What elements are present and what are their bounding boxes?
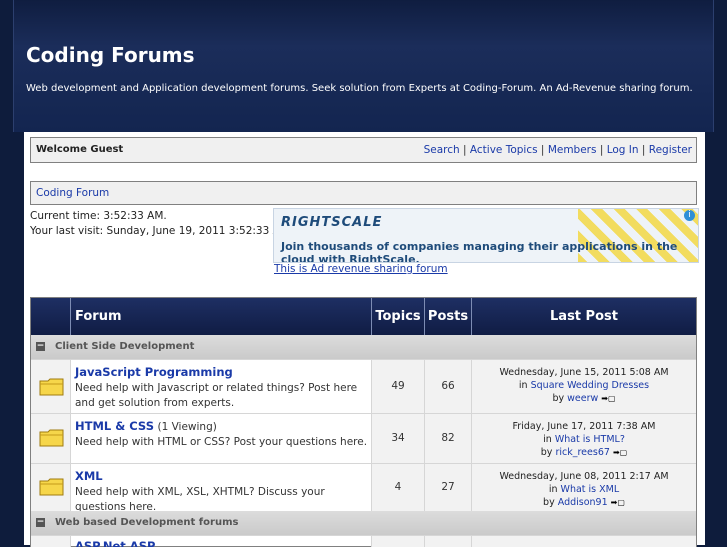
breadcrumb-home-link[interactable]: Coding Forum [36,187,109,199]
topics-cell: 49 [372,360,425,413]
register-link[interactable]: Register [649,144,692,156]
in-prefix: in [543,434,552,445]
site-title[interactable]: Coding Forums [26,43,195,67]
folder-cell [31,536,71,547]
table-row: XML Need help with XML, XSL, XHTML? Disc… [31,463,696,513]
collapse-icon[interactable]: − [36,342,45,351]
last-post-cell: Wednesday, June 15, 2011 5:08 AM in Squa… [472,360,696,413]
goto-last-post-icon[interactable]: ➡▢ [611,496,625,509]
search-link[interactable]: Search [424,144,460,156]
forum-description: Need help with Javascript or related thi… [75,382,358,409]
last-post-topic-link[interactable]: What is XML [561,484,620,495]
ad-info-icon[interactable]: i [684,210,695,221]
folder-cell [31,360,71,413]
table-row: ASP.Net ASP [31,535,696,547]
last-post-user-link[interactable]: weerw [567,393,598,404]
last-post-date: Wednesday, June 08, 2011 2:17 AM [499,471,669,482]
last-post-user-link[interactable]: Addison91 [558,497,608,508]
topics-cell: 4 [372,464,425,511]
by-prefix: by [540,447,553,458]
forum-title-link[interactable]: ASP.Net ASP [75,539,155,547]
time-info: Current time: 3:52:33 AM. Your last visi… [30,209,292,239]
collapse-icon[interactable]: − [36,518,45,527]
posts-cell: 66 [425,360,472,413]
members-link[interactable]: Members [548,144,597,156]
folder-cell [31,464,71,511]
folder-cell [31,414,71,463]
forum-table: Forum Topics Posts Last Post − Client Si… [30,297,697,547]
welcome-guest: Welcome Guest [36,144,124,155]
table-header: Forum Topics Posts Last Post [31,298,696,335]
login-link[interactable]: Log In [607,144,639,156]
viewing-count: (1 Viewing) [157,421,217,433]
posts-count: 66 [441,379,455,392]
folder-icon [39,378,64,396]
site-subtitle: Web development and Application developm… [26,83,693,94]
last-post-topic-link[interactable]: What is HTML? [555,434,625,445]
in-prefix: in [548,484,558,495]
main-content: Welcome Guest Search | Active Topics | M… [24,132,705,547]
category-name[interactable]: Client Side Development [55,341,194,352]
by-prefix: by [552,393,565,404]
header-topics: Topics [372,298,425,335]
goto-last-post-icon[interactable]: ➡▢ [613,446,627,459]
last-post-cell [472,536,696,547]
ad-logo: RIGHTSCALE [281,215,383,230]
nav-separator: | [459,144,470,156]
last-post-date: Wednesday, June 15, 2011 5:08 AM [499,367,669,378]
welcome-bar: Welcome Guest Search | Active Topics | M… [30,137,697,163]
ad-sharing-link[interactable]: This is Ad revenue sharing forum [274,263,448,275]
by-prefix: by [543,497,555,508]
header-icon-col [31,298,71,335]
last-post-cell: Friday, June 17, 2011 7:38 AM in What is… [472,414,696,463]
forum-title-link[interactable]: JavaScript Programming [75,365,233,379]
header-posts: Posts [425,298,472,335]
category-name[interactable]: Web based Development forums [55,517,238,528]
posts-count: 27 [441,480,455,493]
category-row: − Web based Development forums [31,511,696,535]
header-forum: Forum [71,298,372,335]
ad-message: Join thousands of companies managing the… [281,240,678,263]
last-post-cell: Wednesday, June 08, 2011 2:17 AM in What… [472,464,696,511]
forum-title-link[interactable]: XML [75,469,103,483]
forum-cell: XML Need help with XML, XSL, XHTML? Disc… [71,464,372,513]
folder-icon [39,478,64,496]
table-row: JavaScript Programming Need help with Ja… [31,359,696,413]
topics-cell: 34 [372,414,425,463]
forum-description: Need help with HTML or CSS? Post your qu… [75,436,368,448]
last-visit: Your last visit: Sunday, June 19, 2011 3… [30,225,293,237]
forum-cell: ASP.Net ASP [71,536,372,547]
topics-cell [372,536,425,547]
last-post-user-link[interactable]: rick_rees67 [555,447,609,458]
posts-count: 82 [441,431,455,444]
site-header: Coding Forums Web development and Applic… [13,0,714,132]
forum-cell: HTML & CSS (1 Viewing) Need help with HT… [71,414,372,463]
topics-count: 4 [394,480,402,493]
active-topics-link[interactable]: Active Topics [470,144,538,156]
last-post-topic-link[interactable]: Square Wedding Dresses [531,380,649,391]
posts-cell: 27 [425,464,472,511]
forum-cell: JavaScript Programming Need help with Ja… [71,360,372,413]
nav-separator: | [537,144,548,156]
folder-icon [39,429,64,447]
current-time: Current time: 3:52:33 AM. [30,210,167,222]
breadcrumb: Coding Forum [30,181,697,205]
topics-count: 34 [391,431,405,444]
last-post-date: Friday, June 17, 2011 7:38 AM [512,421,656,432]
goto-last-post-icon[interactable]: ➡▢ [601,392,615,405]
top-nav-links: Search | Active Topics | Members | Log I… [424,144,692,156]
category-row: − Client Side Development [31,335,696,359]
nav-separator: | [596,144,607,156]
ad-banner[interactable]: RIGHTSCALE Join thousands of companies m… [273,208,699,263]
topics-count: 49 [391,379,405,392]
posts-cell [425,536,472,547]
header-last-post: Last Post [550,309,618,324]
in-prefix: in [518,380,528,391]
forum-title-link[interactable]: HTML & CSS [75,419,154,433]
posts-cell: 82 [425,414,472,463]
table-row: HTML & CSS (1 Viewing) Need help with HT… [31,413,696,463]
nav-separator: | [638,144,649,156]
